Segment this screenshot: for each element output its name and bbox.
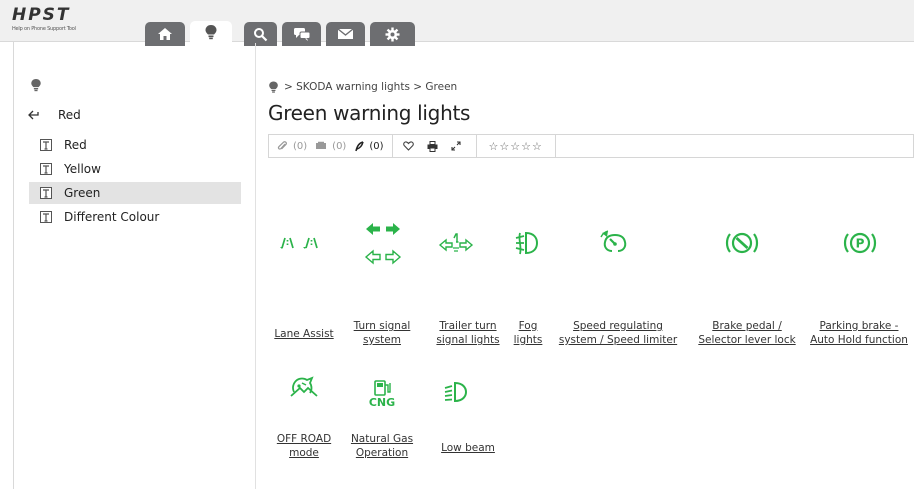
light-link-parking-brake[interactable]: Parking brake - Auto Hold function: [804, 319, 914, 347]
link-line1: Turn signal: [353, 320, 411, 332]
sidebar-item-yellow[interactable]: Yellow: [29, 158, 241, 180]
speed-limiter-icon: [593, 226, 637, 260]
sidebar-item-label: Green: [64, 186, 101, 200]
lightbulb-icon[interactable]: [268, 80, 279, 94]
attachments-count: (0): [293, 140, 308, 152]
logo-title: HPST: [12, 5, 71, 25]
feather-icon: [355, 140, 365, 151]
light-link-trailer-turn[interactable]: Trailer turn signal lights: [428, 319, 508, 347]
fullscreen-button[interactable]: [447, 141, 470, 151]
light-link-natural-gas[interactable]: Natural Gas Operation: [346, 432, 418, 460]
link-line2: signal lights: [436, 334, 500, 346]
light-link-brake-pedal[interactable]: Brake pedal / Selector lever lock: [690, 319, 804, 347]
lightbulb-icon: [205, 25, 217, 40]
sidebar-item-different-colour[interactable]: Different Colour: [29, 206, 241, 228]
document-icon: [40, 163, 52, 175]
page-title: Green warning lights: [268, 101, 471, 125]
chat-icon: [293, 27, 310, 41]
mail-icon: [337, 28, 354, 39]
toolbar-counters: (0) (0) (0): [269, 135, 393, 157]
home-icon: [158, 28, 172, 40]
link-line1: Brake pedal /: [712, 320, 782, 332]
app-logo: HPST Help on Phone Support Tool: [12, 6, 76, 32]
favorite-button[interactable]: [399, 141, 423, 151]
sidebar-item-label: Yellow: [64, 162, 101, 176]
cng-label: CNG: [368, 396, 396, 409]
link-line2: mode: [289, 447, 319, 459]
comments-button[interactable]: (0): [311, 141, 350, 152]
link-line1: Natural Gas: [350, 433, 414, 445]
sidebar-lightbulb-icon: [30, 77, 42, 97]
sidebar: Red Red Yellow Green Different Colour: [13, 43, 256, 489]
toolbar-actions: [393, 135, 477, 157]
link-line1: OFF ROAD: [276, 433, 332, 445]
link-line2: system / Speed limiter: [558, 334, 678, 346]
sidebar-item-label: Different Colour: [64, 210, 160, 224]
link-line2: Operation: [355, 447, 409, 459]
heart-icon: [402, 141, 414, 151]
link-line2: Selector lever lock: [698, 334, 796, 346]
comments-count: (0): [332, 140, 347, 152]
breadcrumb-text[interactable]: > SKODA warning lights > Green: [284, 81, 457, 93]
link-line1: Low beam: [441, 442, 495, 454]
sidebar-back-label: Red: [58, 108, 81, 122]
light-link-low-beam[interactable]: Low beam: [428, 441, 508, 455]
light-link-lane-assist[interactable]: Lane Assist: [268, 327, 340, 341]
turn-signal-icon: [358, 218, 408, 268]
link-line2: system: [363, 334, 401, 346]
off-road-icon: [282, 371, 326, 403]
toolbar-rating: ☆☆☆☆☆: [477, 135, 556, 157]
light-link-fog-lights[interactable]: Fog lights: [512, 319, 544, 347]
link-line2: lights: [513, 334, 543, 346]
sidebar-back-link[interactable]: Red: [28, 108, 81, 122]
link-line2: Auto Hold function: [810, 334, 908, 346]
main-content: > SKODA warning lights > Green Green war…: [268, 43, 914, 489]
feedback-count: (0): [369, 140, 384, 152]
nav-tab-lights[interactable]: [190, 21, 232, 43]
document-icon: [40, 187, 52, 199]
link-line1: Lane Assist: [274, 328, 334, 340]
light-link-off-road[interactable]: OFF ROAD mode: [268, 432, 340, 460]
link-line1: Trailer turn: [439, 320, 497, 332]
brake-pedal-icon: [723, 227, 761, 259]
parking-letter: P: [856, 237, 865, 251]
printer-icon: [427, 140, 438, 152]
top-bar: HPST Help on Phone Support Tool: [0, 0, 914, 46]
light-link-turn-signal[interactable]: Turn signal system: [348, 319, 416, 347]
light-link-speed-limiter[interactable]: Speed regulating system / Speed limiter: [546, 319, 690, 347]
back-arrow-icon: [28, 110, 39, 120]
document-icon: [40, 139, 52, 151]
print-button[interactable]: [423, 140, 447, 152]
parking-brake-icon: P: [841, 227, 879, 259]
fog-lights-icon: [510, 226, 544, 260]
trailer-turn-signal-icon: [433, 227, 479, 259]
document-icon: [40, 211, 52, 223]
expand-icon: [450, 141, 461, 151]
paperclip-icon: [277, 140, 287, 150]
feedback-button[interactable]: (0): [350, 141, 387, 152]
attachments-button[interactable]: (0): [273, 141, 311, 152]
link-line1: Speed regulating: [573, 320, 663, 332]
sidebar-item-label: Red: [64, 138, 87, 152]
comment-icon: [316, 141, 327, 149]
natural-gas-icon: CNG: [358, 373, 406, 415]
search-icon: [254, 27, 268, 41]
link-line1: Parking brake -: [819, 320, 899, 332]
gear-icon: [385, 27, 400, 41]
sidebar-item-red[interactable]: Red: [29, 134, 241, 156]
breadcrumb: > SKODA warning lights > Green: [268, 80, 457, 94]
sidebar-item-green[interactable]: Green: [29, 182, 241, 204]
logo-subtitle: Help on Phone Support Tool: [12, 26, 76, 32]
rating-stars[interactable]: ☆☆☆☆☆: [481, 140, 551, 153]
link-line1: Fog: [518, 320, 538, 332]
low-beam-icon: [436, 377, 476, 407]
lane-assist-icon: [278, 228, 330, 258]
article-toolbar: (0) (0) (0) ☆☆☆☆☆: [268, 134, 914, 158]
